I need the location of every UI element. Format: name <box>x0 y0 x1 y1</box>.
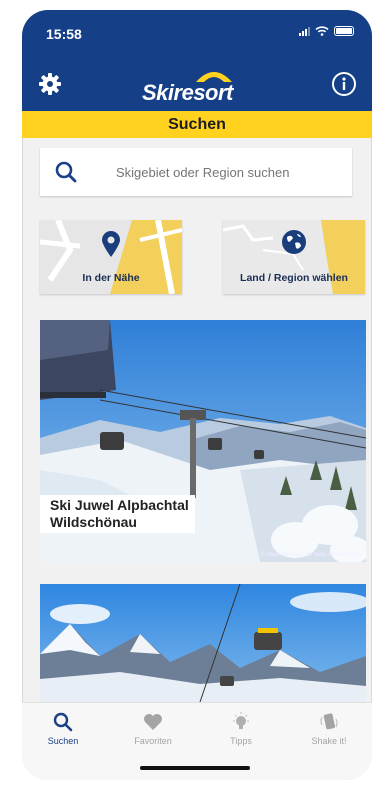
tab-favorites[interactable]: Favoriten <box>118 711 188 746</box>
status-icons <box>299 26 354 36</box>
phone-screen: 15:58 Skiresort Suchen Skigebiet oder Re… <box>22 10 372 780</box>
battery-icon <box>334 26 354 36</box>
logo-text: Skiresort <box>142 80 233 105</box>
search-box[interactable] <box>40 148 352 196</box>
resort-title: Ski Juwel Alpbachtal Wildschönau <box>40 495 195 533</box>
region-select-tile[interactable]: Land / Region wählen <box>223 220 365 294</box>
resort-title-line2: Wildschönau <box>50 514 137 530</box>
skiresort-logo: Skiresort <box>142 68 262 105</box>
tab-tips-label: Tipps <box>230 736 252 746</box>
search-icon <box>53 712 73 732</box>
lightbulb-icon <box>233 712 249 729</box>
nearby-tile[interactable]: In der Nähe <box>40 220 182 294</box>
heart-icon <box>144 714 162 730</box>
location-pin-icon <box>102 231 120 257</box>
tab-shake-it-label: Shake it! <box>311 736 347 746</box>
search-input[interactable] <box>114 163 338 181</box>
resort-card[interactable]: Ski Juwel Alpbachtal Wildschönau © www.s… <box>40 320 366 562</box>
region-select-label: Land / Region wählen <box>240 272 348 284</box>
gear-icon[interactable] <box>38 72 62 96</box>
info-icon[interactable] <box>331 71 357 97</box>
home-indicator <box>140 766 250 770</box>
tab-search-label: Suchen <box>47 736 79 746</box>
app-header: 15:58 Skiresort <box>22 10 372 111</box>
nearby-label: In der Nähe <box>82 272 140 284</box>
status-time: 15:58 <box>46 26 82 42</box>
wifi-icon <box>315 26 329 36</box>
globe-icon <box>282 230 306 254</box>
tab-shake-it[interactable]: Shake it! <box>294 711 364 746</box>
resort-photo <box>40 584 366 702</box>
search-icon <box>55 161 77 183</box>
section-title: Suchen <box>168 115 226 133</box>
tab-tips[interactable]: Tipps <box>206 711 276 746</box>
signal-icon <box>299 26 310 36</box>
photo-watermark: © www.skiresort.de www.skiresort.info <box>260 552 362 558</box>
resort-card[interactable] <box>40 584 366 702</box>
tab-favorites-label: Favoriten <box>134 736 172 746</box>
tab-search[interactable]: Suchen <box>28 711 98 746</box>
resort-title-line1: Ski Juwel Alpbachtal <box>50 497 189 513</box>
section-title-bar: Suchen <box>22 111 372 138</box>
phone-shake-icon <box>320 713 338 730</box>
